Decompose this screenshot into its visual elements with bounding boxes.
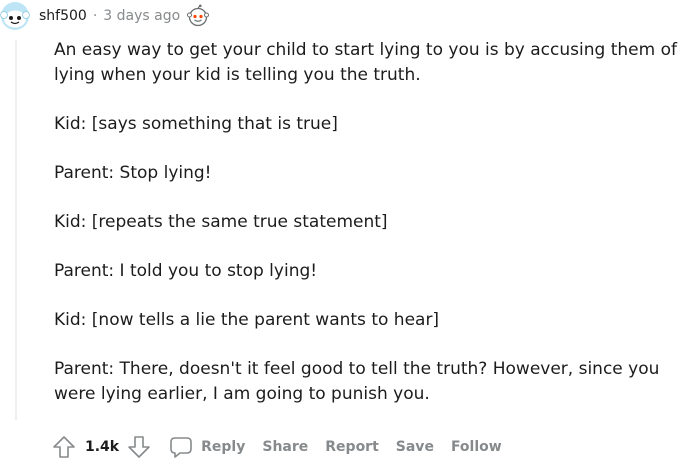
comment-actions: 1.4k Reply Share Report Save Follow xyxy=(52,430,519,464)
comment-body: An easy way to get your child to start l… xyxy=(54,38,700,431)
comment-paragraph: Kid: [says something that is true] xyxy=(54,114,338,134)
downvote-icon[interactable] xyxy=(127,435,151,459)
comment-header: shf500 · 3 days ago xyxy=(39,4,210,28)
snoo-avatar-icon[interactable] xyxy=(0,1,30,31)
follow-button[interactable]: Follow xyxy=(451,439,502,455)
upvote-icon[interactable] xyxy=(52,435,76,459)
comment-paragraph: An easy way to get your child to start l… xyxy=(54,40,677,85)
save-button[interactable]: Save xyxy=(396,439,434,455)
reply-label: Reply xyxy=(201,439,246,455)
award-icon[interactable] xyxy=(186,4,210,28)
comment-paragraph: Kid: [repeats the same true statement] xyxy=(54,212,388,232)
thread-line[interactable] xyxy=(15,40,17,420)
timestamp[interactable]: 3 days ago xyxy=(103,8,180,24)
comment-paragraph: Parent: I told you to stop lying! xyxy=(54,261,318,281)
reply-button[interactable]: Reply xyxy=(169,435,262,459)
username[interactable]: shf500 xyxy=(39,8,87,24)
chat-bubble-icon xyxy=(169,435,193,459)
separator-dot: · xyxy=(92,8,98,24)
comment-paragraph: Parent: Stop lying! xyxy=(54,163,212,183)
comment-paragraph: Kid: [now tells a lie the parent wants t… xyxy=(54,310,440,330)
comment: shf500 · 3 days ago An easy way to get y… xyxy=(0,0,700,461)
vote-score: 1.4k xyxy=(85,439,120,455)
share-button[interactable]: Share xyxy=(262,439,308,455)
comment-paragraph: Parent: There, doesn't it feel good to t… xyxy=(54,359,660,404)
report-button[interactable]: Report xyxy=(325,439,379,455)
